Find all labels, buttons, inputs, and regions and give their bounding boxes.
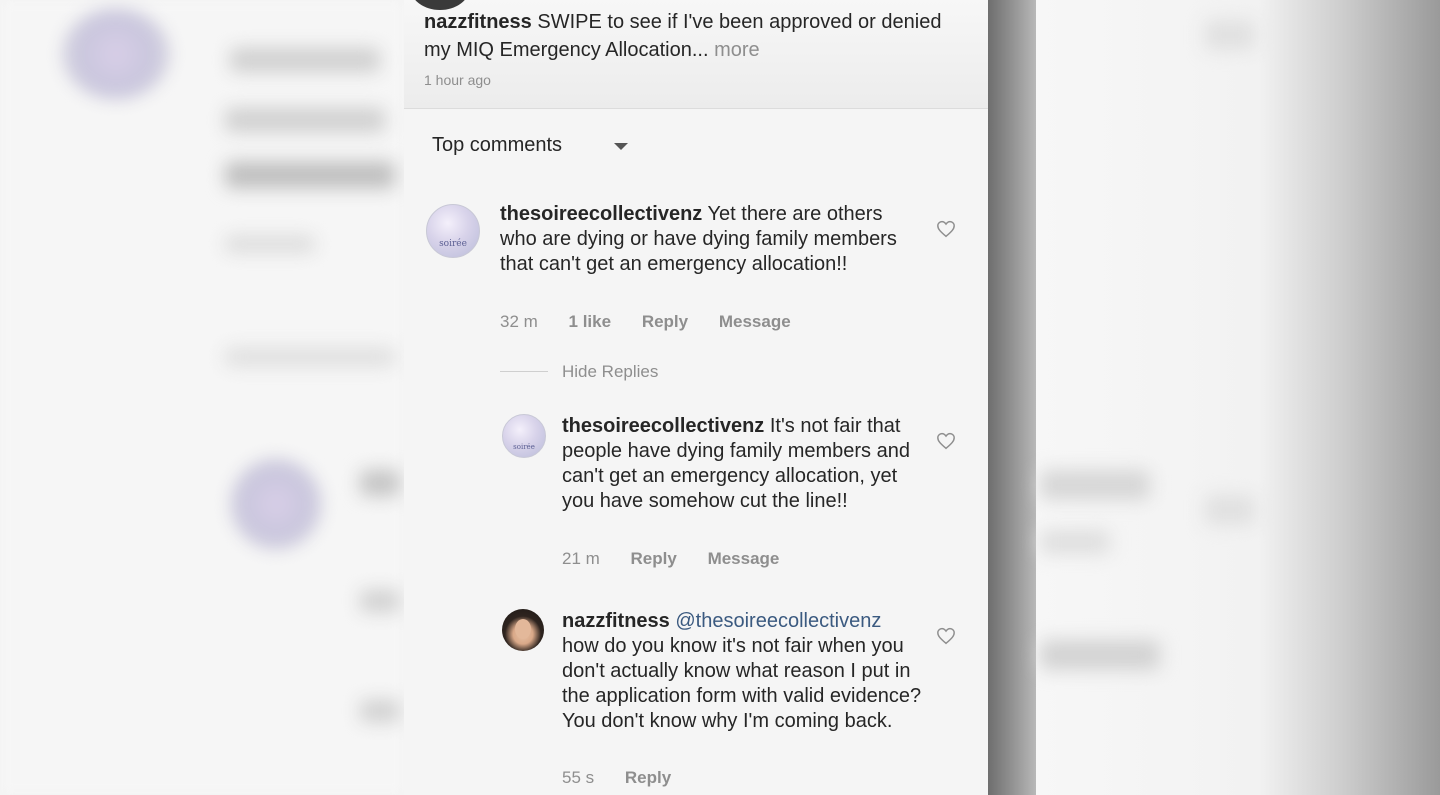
reply-button[interactable]: Reply: [625, 768, 671, 788]
comment-meta: 32 m 1 like Reply Message: [500, 312, 817, 332]
blurred-avatar: [62, 8, 170, 100]
reply-username[interactable]: nazzfitness: [562, 610, 670, 632]
reply-text: nazzfitness @thesoireecollectivenz how d…: [562, 609, 922, 734]
caption-more-link[interactable]: more: [714, 39, 760, 61]
reply-meta: 21 m Reply Message: [562, 549, 805, 569]
comment-text: thesoireecollectivenz Yet there are othe…: [500, 202, 910, 277]
blurred-text: [360, 470, 400, 496]
reply-button[interactable]: Reply: [642, 312, 688, 332]
avatar[interactable]: [502, 609, 544, 651]
blurred-text: [1040, 530, 1110, 554]
avatar[interactable]: soirée: [426, 204, 480, 258]
blurred-text: [360, 590, 400, 612]
heart-icon[interactable]: [936, 220, 956, 238]
avatar-text: soirée: [439, 239, 467, 249]
reply-body: how do you know it's not fair when you d…: [562, 635, 922, 732]
message-button[interactable]: Message: [708, 549, 780, 569]
reply-meta: 55 s Reply: [562, 768, 697, 788]
reply-username[interactable]: thesoireecollectivenz: [562, 415, 764, 437]
comment-username[interactable]: thesoireecollectivenz: [500, 203, 702, 225]
reply-time: 21 m: [562, 549, 600, 568]
blurred-icon: [1205, 20, 1255, 50]
reply: soirée thesoireecollectivenz It's not fa…: [404, 412, 988, 577]
reply-text: thesoireecollectivenz It's not fair that…: [562, 414, 922, 514]
reply-mention[interactable]: @thesoireecollectivenz: [675, 610, 881, 632]
avatar-face: [515, 619, 531, 639]
hide-replies-label[interactable]: Hide Replies: [562, 362, 658, 382]
blurred-text: [225, 348, 395, 366]
comment-time: 32 m: [500, 312, 538, 331]
avatar-text: soirée: [513, 443, 535, 451]
blurred-text: [230, 48, 380, 72]
comment: soirée thesoireecollectivenz Yet there a…: [404, 200, 988, 340]
sort-label[interactable]: Top comments: [432, 134, 562, 157]
screen-edge-shadow: [988, 0, 1036, 795]
divider: [500, 371, 548, 372]
post-caption: nazzfitness SWIPE to see if I've been ap…: [404, 0, 988, 109]
message-button[interactable]: Message: [719, 312, 791, 332]
heart-icon[interactable]: [936, 432, 956, 450]
reply: nazzfitness @thesoireecollectivenz how d…: [404, 607, 988, 795]
comments-screen: nazzfitness SWIPE to see if I've been ap…: [404, 0, 988, 795]
blurred-text: [360, 700, 400, 722]
caption-username[interactable]: nazzfitness: [424, 11, 532, 33]
blurred-icon: [1205, 495, 1255, 525]
blurred-text: [1040, 470, 1150, 500]
reply-time: 55 s: [562, 768, 595, 787]
comment-sort-selector[interactable]: Top comments: [404, 108, 988, 183]
blurred-avatar: [230, 458, 322, 550]
blurred-text: [225, 108, 385, 132]
caret-down-icon[interactable]: [614, 143, 628, 150]
blurred-text: [225, 236, 315, 252]
avatar[interactable]: soirée: [502, 414, 546, 458]
reply-button[interactable]: Reply: [631, 549, 677, 569]
blurred-text: [225, 162, 395, 188]
caption-timestamp: 1 hour ago: [424, 72, 491, 88]
heart-icon[interactable]: [936, 627, 956, 645]
caption-text: nazzfitness SWIPE to see if I've been ap…: [424, 8, 964, 64]
blurred-right-panel: [1036, 0, 1440, 795]
comment-likes[interactable]: 1 like: [569, 312, 612, 332]
blurred-text: [1040, 640, 1160, 670]
